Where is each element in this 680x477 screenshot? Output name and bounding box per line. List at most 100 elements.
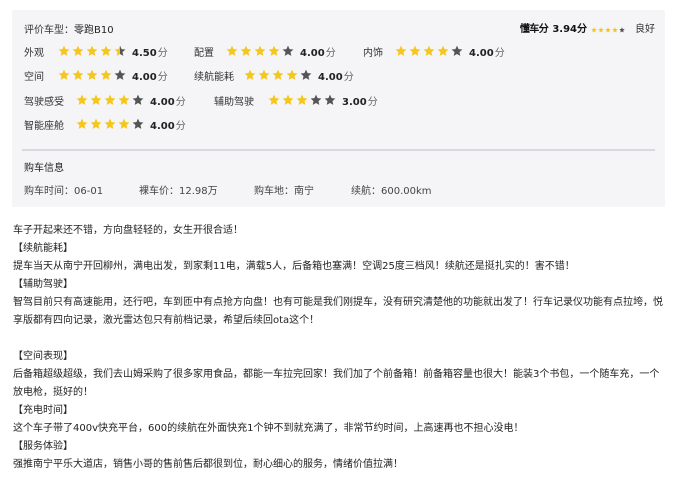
star-icon [132, 94, 144, 105]
rating-score: 4.50分 [132, 47, 168, 59]
review-paragraph: 强推南宁平乐大道店，销售小哥的售前售后都很到位，耐心细心的服务，情绪价值拉满！ [13, 459, 403, 470]
star-icon [58, 69, 70, 80]
star-icon [272, 69, 284, 80]
rating-label: 续航能耗 [194, 71, 234, 83]
star-icon [591, 26, 597, 32]
rating-label: 驾驶感受 [24, 96, 64, 108]
star-icon [90, 94, 102, 105]
star-icon [240, 45, 252, 56]
rating-panel: 评价车型：零跑B10 懂车分 3.94分 良好 外观 4.50分 配置 4.00… [12, 10, 665, 207]
rating-label: 智能座舱 [24, 120, 64, 132]
rating-label: 空间 [24, 71, 44, 83]
review-section-heading: 【空间表现】 [13, 351, 73, 362]
rating-label: 内饰 [363, 47, 383, 59]
star-icon [296, 94, 308, 105]
star-icon [72, 45, 84, 56]
star-rating [58, 45, 126, 57]
rating-score: 4.00分 [150, 120, 186, 132]
star-icon [612, 26, 618, 32]
star-rating [76, 118, 144, 130]
review-paragraph [13, 330, 668, 348]
star-icon [423, 45, 435, 56]
model-label: 评价车型： [24, 25, 74, 36]
star-icon [104, 118, 116, 129]
star-icon [118, 118, 130, 129]
star-icon [86, 45, 98, 56]
brand-score-value: 3.94分 [552, 24, 587, 35]
star-rating [244, 69, 312, 81]
review-section-heading: 【服务体验】 [13, 441, 73, 452]
star-icon [451, 45, 463, 56]
brand-rating-word: 良好 [635, 24, 655, 35]
rating-space: 空间 4.00分 [24, 68, 168, 83]
star-icon [310, 94, 322, 105]
rating-interior: 内饰 4.00分 [363, 44, 505, 59]
star-icon [619, 26, 625, 32]
star-icon [282, 45, 294, 56]
rating-score: 4.00分 [318, 71, 354, 83]
review-paragraph: 放电枪，挺好的！ [13, 387, 93, 398]
star-rating [76, 94, 144, 106]
review-section-heading: 【续航能耗】 [13, 243, 73, 254]
rating-score: 4.00分 [300, 47, 336, 59]
model-line: 评价车型：零跑B10 [24, 21, 114, 36]
star-icon [58, 45, 70, 56]
star-icon [300, 69, 312, 80]
brand-stars [591, 25, 625, 32]
rating-label: 配置 [194, 47, 214, 59]
review-section-heading: 【辅助驾驶】 [13, 279, 73, 290]
review-paragraph: 车子开起来还不错，方向盘轻轻的，女生开很合适！ [13, 225, 243, 236]
star-icon [104, 94, 116, 105]
rating-score: 4.00分 [469, 47, 505, 59]
star-icon [244, 69, 256, 80]
rating-assisted-driving: 辅助驾驶 3.00分 [214, 93, 378, 108]
model-value: 零跑B10 [74, 25, 114, 36]
review-section-heading: 【充电时间】 [13, 405, 73, 416]
star-icon [72, 69, 84, 80]
rating-label: 外观 [24, 47, 44, 59]
star-icon [598, 26, 604, 32]
review-paragraph: 享版都有四向记录，激光雷达包只有前档记录，希望后续回ota这个！ [13, 315, 320, 326]
star-icon [409, 45, 421, 56]
rating-score: 3.00分 [342, 96, 378, 108]
star-icon [258, 69, 270, 80]
review-paragraph: 智驾目前只有高速能用，还行吧，车到匝中有点抢方向盘！也有可能是我们刚提车，没有研… [13, 297, 663, 308]
star-icon [132, 118, 144, 129]
review-paragraph: 这个车子带了400v快充平台，600的续航在外面快充1个钟不到就充满了，非常节约… [13, 423, 524, 434]
purchase-info-title: 购车信息 [24, 163, 64, 174]
star-icon [324, 94, 336, 105]
rating-label: 辅助驾驶 [214, 96, 254, 108]
star-icon [286, 69, 298, 80]
review-body: 车子开起来还不错，方向盘轻轻的，女生开很合适！ 【续航能耗】提车当天从南宁开回柳州… [13, 222, 668, 474]
review-paragraph: 后备箱超级超级，我们去山姆采购了很多家用食品，都能一车拉完回家！我们加了个前备箱… [13, 369, 660, 380]
rating-configuration: 配置 4.00分 [194, 44, 336, 59]
purchase-range: 续航：600.00km [351, 186, 432, 197]
star-icon [282, 94, 294, 105]
star-icon [86, 69, 98, 80]
star-icon [226, 45, 238, 56]
star-icon [268, 45, 280, 56]
star-icon [268, 94, 280, 105]
star-icon [437, 45, 449, 56]
star-icon [76, 118, 88, 129]
brand-logo: 懂车分 [519, 24, 549, 35]
star-icon [605, 26, 611, 32]
star-icon [76, 94, 88, 105]
star-icon [395, 45, 407, 56]
rating-smart-cockpit: 智能座舱 4.00分 [24, 117, 186, 132]
star-rating [268, 94, 336, 106]
star-icon [100, 45, 112, 56]
purchase-price: 裸车价：12.98万 [139, 186, 218, 197]
star-icon [100, 69, 112, 80]
star-rating [395, 45, 463, 57]
star-icon [114, 69, 126, 80]
rating-score: 4.00分 [132, 71, 168, 83]
purchase-time: 购车时间：06-01 [24, 186, 104, 197]
star-icon [254, 45, 266, 56]
rating-driving: 驾驶感受 4.00分 [24, 93, 186, 108]
rating-range-energy: 续航能耗 4.00分 [194, 68, 354, 83]
purchase-place: 购车地：南宁 [254, 186, 314, 197]
review-paragraph: 提车当天从南宁开回柳州，满电出发，到家剩11电，满载5人，后备箱也塞满！空调25… [13, 261, 575, 272]
rating-score: 4.00分 [150, 96, 186, 108]
star-rating [226, 45, 294, 57]
